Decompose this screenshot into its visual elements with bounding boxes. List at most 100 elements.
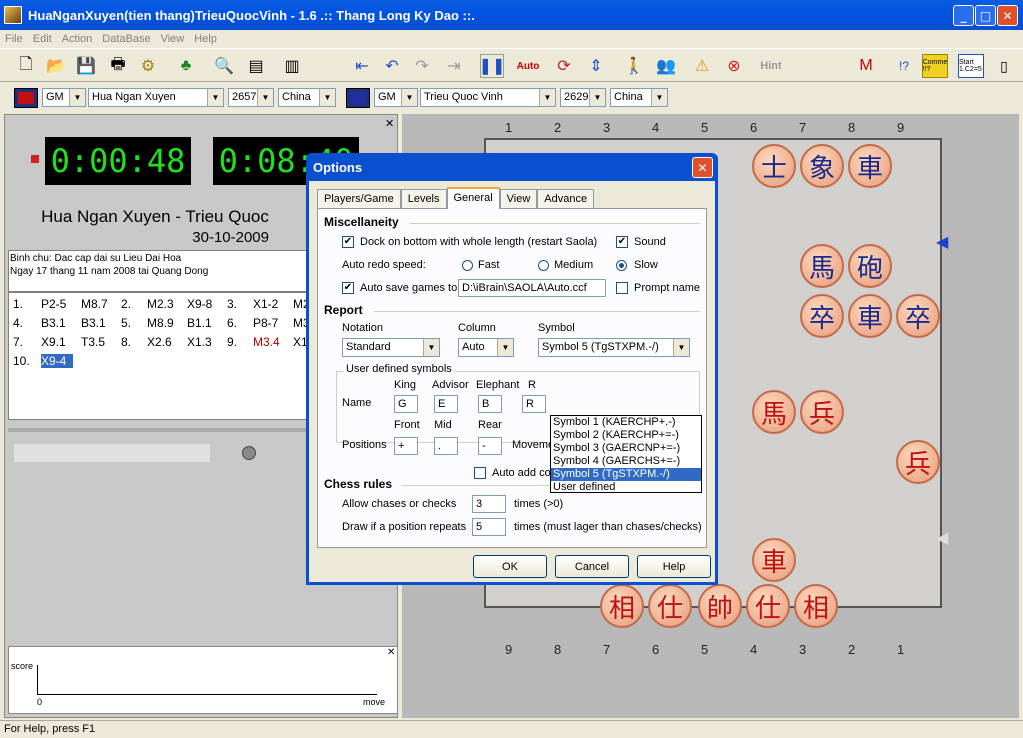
move-entry[interactable]: X9-8	[187, 297, 227, 311]
notation-select[interactable]: Standard ▼	[342, 338, 440, 357]
xiangqi-piece[interactable]: 兵	[896, 440, 940, 484]
cancel-button[interactable]: Cancel	[555, 555, 629, 578]
tab-advance[interactable]: Advance	[537, 189, 595, 209]
warning-icon[interactable]: ⚠	[690, 54, 714, 78]
move-entry[interactable]: X1.3	[187, 335, 227, 349]
database-icon[interactable]: ▤	[244, 54, 268, 78]
walk-icon[interactable]: 🚶	[622, 54, 646, 78]
move-entry[interactable]: X9-4	[41, 354, 73, 368]
xiangqi-piece[interactable]: 仕	[746, 584, 790, 628]
tree-icon[interactable]: ♣	[174, 54, 198, 78]
close-icon[interactable]: ✕	[387, 647, 395, 658]
move-entry[interactable]: X2.6	[147, 335, 187, 349]
move-entry[interactable]: P2-5	[41, 297, 81, 311]
print-icon[interactable]: 🖶	[106, 54, 130, 78]
auto-comment-checkbox[interactable]	[474, 467, 486, 479]
right-country-select[interactable]: China ▼	[610, 88, 668, 107]
comment-button[interactable]: Comme !!?	[922, 54, 948, 78]
xiangqi-piece[interactable]: 馬	[752, 390, 796, 434]
move-entry[interactable]: B3.1	[41, 316, 81, 330]
symbol-option[interactable]: Symbol 2 (KAERCHP+=-)	[551, 429, 701, 442]
annotation-icon[interactable]: !?	[892, 54, 916, 78]
symbol-dropdown-list[interactable]: Symbol 1 (KAERCHP+.-) Symbol 2 (KAERCHP+=…	[550, 415, 702, 493]
xiangqi-piece[interactable]: 馬	[800, 244, 844, 288]
repeat-spinner[interactable]: 5	[472, 518, 506, 536]
menu-action[interactable]: Action	[57, 33, 98, 45]
xiangqi-piece[interactable]: 兵	[800, 390, 844, 434]
advisor-input[interactable]: E	[434, 395, 458, 413]
xiangqi-piece[interactable]: 卒	[800, 294, 844, 338]
move-mark-icon[interactable]: M	[854, 54, 878, 78]
xiangqi-piece[interactable]: 車	[848, 144, 892, 188]
menu-edit[interactable]: Edit	[28, 33, 57, 45]
speed-medium-radio[interactable]	[538, 260, 549, 271]
xiangqi-piece[interactable]: 車	[752, 538, 796, 582]
column-select[interactable]: Auto ▼	[458, 338, 514, 357]
new-file-icon[interactable]: 🗋	[14, 54, 38, 78]
menu-view[interactable]: View	[156, 33, 190, 45]
speed-slow-radio[interactable]	[616, 260, 627, 271]
xiangqi-piece[interactable]: 仕	[648, 584, 692, 628]
front-input[interactable]: +	[394, 437, 418, 455]
right-name-select[interactable]: Trieu Quoc Vinh ▼	[420, 88, 556, 107]
pause-icon[interactable]: ❚❚	[479, 54, 505, 78]
left-title-select[interactable]: GM ▼	[42, 88, 86, 107]
left-elo-select[interactable]: 2657 ▼	[228, 88, 274, 107]
save-icon[interactable]: 💾	[74, 54, 98, 78]
tab-levels[interactable]: Levels	[400, 189, 447, 209]
search-icon[interactable]: 🔍	[212, 54, 236, 78]
tab-view[interactable]: View	[499, 189, 538, 209]
xiangqi-piece[interactable]: 象	[800, 144, 844, 188]
xiangqi-piece[interactable]: 相	[794, 584, 838, 628]
menu-file[interactable]: File	[0, 33, 28, 45]
move-entry[interactable]: M8.7	[81, 297, 121, 311]
auto-button[interactable]: Auto	[516, 54, 540, 78]
players-icon[interactable]: 👥	[654, 54, 678, 78]
stop-icon[interactable]: ⊗	[722, 54, 746, 78]
xiangqi-piece[interactable]: 車	[848, 294, 892, 338]
tab-players-game[interactable]: Players/Game	[317, 189, 401, 209]
move-entry[interactable]: P8-7	[253, 316, 293, 330]
chases-spinner[interactable]: 3	[472, 495, 506, 513]
autosave-path-input[interactable]: D:\iBrain\SAOLA\Auto.ccf	[458, 279, 606, 297]
xiangqi-piece[interactable]: 士	[752, 144, 796, 188]
panel-icon[interactable]: ▯	[992, 54, 1016, 78]
first-move-icon[interactable]: ⇤	[350, 54, 374, 78]
xiangqi-piece[interactable]: 卒	[896, 294, 940, 338]
right-title-select[interactable]: GM ▼	[374, 88, 418, 107]
xiangqi-piece[interactable]: 相	[600, 584, 644, 628]
prompt-name-checkbox[interactable]	[616, 282, 628, 294]
move-entry[interactable]: B1.1	[187, 316, 227, 330]
move-entry[interactable]: T3.5	[81, 335, 121, 349]
swap-icon[interactable]: ⇕	[584, 54, 608, 78]
hint-button[interactable]: Hint	[756, 54, 786, 78]
settings-gear-icon[interactable]: ⚙	[136, 54, 160, 78]
xiangqi-piece[interactable]: 帥	[698, 584, 742, 628]
sound-checkbox[interactable]: ✔	[616, 236, 628, 248]
tab-general[interactable]: General	[446, 187, 500, 209]
right-elo-select[interactable]: 2629 ▼	[560, 88, 606, 107]
move-entry[interactable]: M8.9	[147, 316, 187, 330]
maximize-button[interactable]: □	[975, 5, 996, 26]
move-list[interactable]: 1.P2-5M8.72.M2.3X9-83.X1-2M2.34.B3.1B3.1…	[8, 292, 320, 420]
mid-input[interactable]: .	[434, 437, 458, 455]
close-button[interactable]: ✕	[997, 5, 1018, 26]
help-button[interactable]: Help	[637, 555, 711, 578]
menu-database[interactable]: DataBase	[97, 33, 155, 45]
ok-button[interactable]: OK	[473, 555, 547, 578]
left-name-select[interactable]: Hua Ngan Xuyen ▼	[88, 88, 224, 107]
rear-input[interactable]: -	[478, 437, 502, 455]
autosave-checkbox[interactable]: ✔	[342, 282, 354, 294]
database-export-icon[interactable]: ▥	[280, 54, 304, 78]
move-entry[interactable]: B3.1	[81, 316, 121, 330]
open-folder-icon[interactable]: 📂	[44, 54, 68, 78]
elephant-input[interactable]: B	[478, 395, 502, 413]
move-entry[interactable]: X9.1	[41, 335, 81, 349]
minimize-button[interactable]: _	[953, 5, 974, 26]
start-button[interactable]: Start 1.C2=5	[958, 54, 984, 78]
flip-board-icon[interactable]: ⟳	[552, 54, 576, 78]
move-entry[interactable]: M3.4	[253, 335, 293, 349]
symbol-option[interactable]: Symbol 4 (GAERCHS+=-)	[551, 455, 701, 468]
symbol-option[interactable]: Symbol 3 (GAERCNP+=-)	[551, 442, 701, 455]
speed-fast-radio[interactable]	[462, 260, 473, 271]
